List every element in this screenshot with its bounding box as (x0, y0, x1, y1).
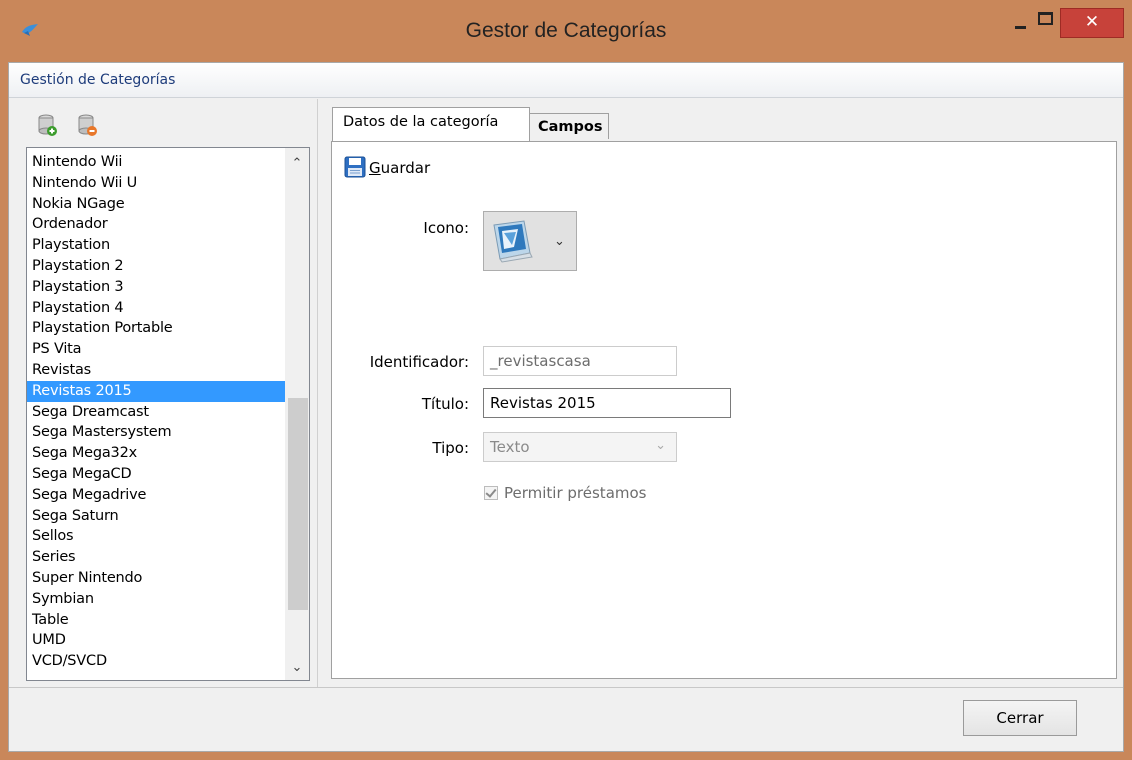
floppy-disk-icon (344, 156, 366, 178)
list-item[interactable]: Playstation Portable (27, 318, 285, 339)
icon-picker[interactable]: ⌄ (483, 211, 577, 271)
list-item[interactable]: Nintendo Wii (27, 152, 285, 173)
panel-splitter[interactable] (317, 99, 318, 687)
list-item[interactable]: Table (27, 610, 285, 631)
list-item[interactable]: UMD (27, 630, 285, 651)
type-label: Tipo: (432, 439, 469, 457)
add-category-button[interactable] (36, 113, 58, 137)
list-item[interactable]: Sega Megadrive (27, 485, 285, 506)
list-item[interactable]: Nintendo Wii U (27, 173, 285, 194)
allow-loans-checkbox[interactable] (484, 486, 498, 500)
scroll-thumb[interactable] (288, 398, 308, 610)
category-list: Nintendo Wii Nintendo Wii U Nokia NGage Ord… (27, 152, 285, 672)
title-field[interactable]: Revistas 2015 (483, 388, 731, 418)
list-item[interactable]: PS Vita (27, 339, 285, 360)
identifier-field[interactable]: _revistascasa (483, 346, 677, 376)
client-area: Gestión de Categorías Nintendo Wii Ninten… (8, 62, 1124, 752)
list-item[interactable]: Playstation 2 (27, 256, 285, 277)
list-item[interactable]: Playstation 4 (27, 298, 285, 319)
icon-label: Icono: (423, 219, 469, 237)
list-item[interactable]: VCD/SVCD (27, 651, 285, 672)
window-title: Gestor de Categorías (465, 19, 667, 42)
group-header-title: Gestión de Categorías (20, 72, 176, 88)
chevron-down-icon: ⌄ (554, 234, 565, 249)
category-listbox[interactable]: Nintendo Wii Nintendo Wii U Nokia NGage Ord… (26, 147, 310, 681)
list-item[interactable]: Super Nintendo (27, 568, 285, 589)
categories-panel: Nintendo Wii Nintendo Wii U Nokia NGage Ord… (19, 99, 317, 687)
list-item[interactable]: Sega Mastersystem (27, 422, 285, 443)
title-label: Título: (421, 395, 469, 413)
remove-category-button[interactable] (76, 113, 98, 137)
list-item[interactable]: Symbian (27, 589, 285, 610)
tab-datos-categoria[interactable]: Datos de la categoría (332, 107, 530, 141)
scroll-down-icon[interactable]: ⌄ (285, 656, 309, 680)
list-item[interactable]: Ordenador (27, 214, 285, 235)
list-item[interactable]: Sega Dreamcast (27, 402, 285, 423)
list-item[interactable]: Sega Saturn (27, 506, 285, 527)
close-button[interactable]: Cerrar (963, 700, 1077, 736)
tab-campos[interactable]: Campos (529, 113, 609, 139)
list-item[interactable]: Sega MegaCD (27, 464, 285, 485)
list-scrollbar[interactable]: ⌃ ⌄ (285, 148, 309, 680)
chevron-down-icon: ⌄ (655, 438, 666, 453)
app-window: Gestor de Categorías ✕ Gestión de Catego… (0, 0, 1132, 760)
footer-separator (9, 687, 1123, 688)
group-header: Gestión de Categorías (9, 63, 1123, 98)
type-select-value: Texto (490, 438, 530, 456)
allow-loans-label: Permitir préstamos (504, 484, 647, 502)
list-item[interactable]: Sellos (27, 526, 285, 547)
magazine-icon (493, 220, 533, 263)
scroll-up-icon[interactable]: ⌃ (285, 152, 309, 176)
list-item[interactable]: Nokia NGage (27, 194, 285, 215)
save-mnemonic: G (369, 159, 381, 177)
tab-page-datos: Guardar Icono: ⌄ Identificador: _revista… (331, 141, 1117, 679)
list-item[interactable]: Sega Mega32x (27, 443, 285, 464)
list-item[interactable]: Playstation 3 (27, 277, 285, 298)
list-item-selected[interactable]: Revistas 2015 (27, 380, 285, 402)
type-select[interactable]: Texto ⌄ (483, 432, 677, 462)
list-item[interactable]: Revistas (27, 360, 285, 381)
save-label: uardar (380, 159, 431, 177)
list-item[interactable]: Series (27, 547, 285, 568)
title-bar: Gestor de Categorías ✕ (0, 0, 1132, 62)
maximize-button[interactable] (1030, 8, 1060, 36)
close-window-button[interactable]: ✕ (1060, 8, 1124, 38)
list-item[interactable]: Playstation (27, 235, 285, 256)
identifier-label: Identificador: (369, 353, 469, 371)
close-icon: ✕ (1084, 12, 1100, 32)
